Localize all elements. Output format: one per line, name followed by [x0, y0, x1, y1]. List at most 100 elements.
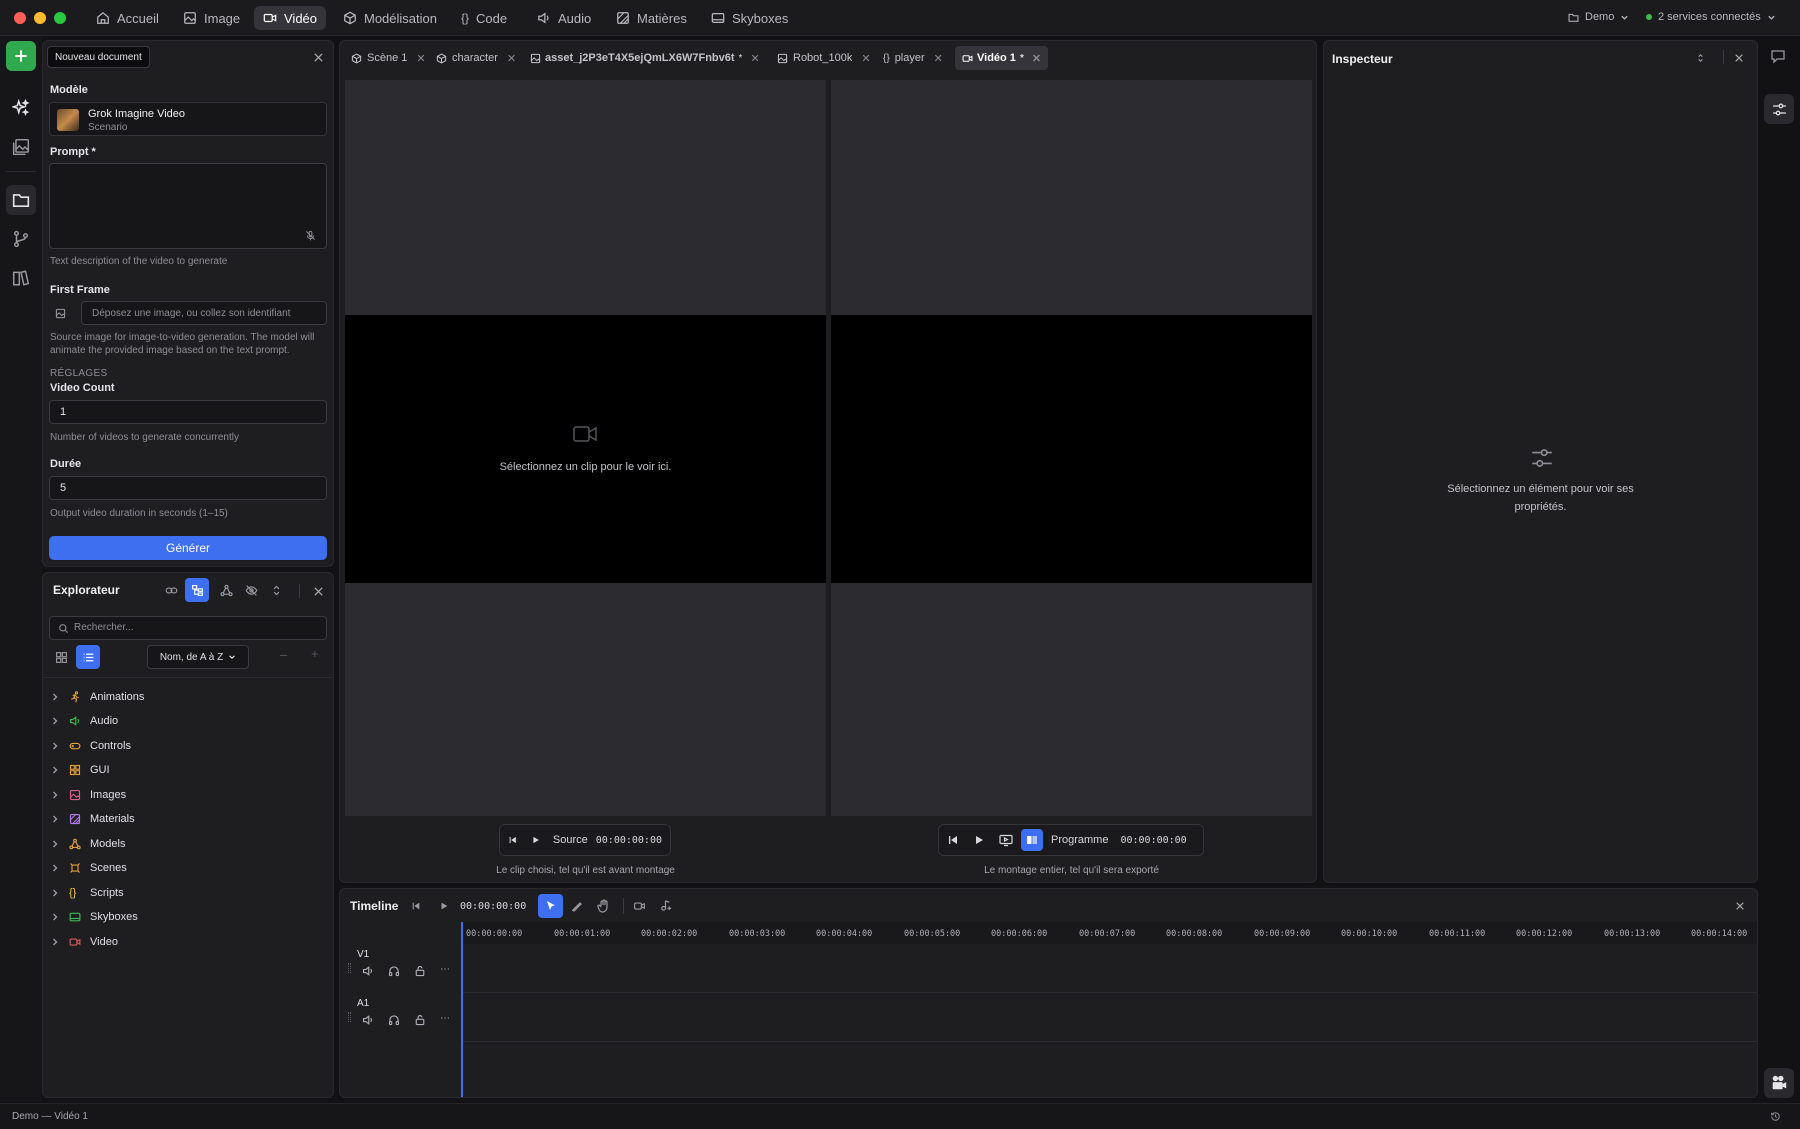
nav-tab-code[interactable]: {} Code [452, 6, 516, 30]
tree-item-models[interactable]: Models [50, 833, 125, 855]
drag-handle-icon[interactable] [348, 963, 351, 973]
prompt-textarea[interactable] [49, 163, 327, 249]
skip-back-icon[interactable] [411, 901, 421, 911]
generate-button[interactable]: Générer [49, 536, 327, 560]
link-toggle-button[interactable] [160, 579, 182, 601]
close-icon[interactable] [1735, 901, 1745, 911]
hand-icon[interactable] [597, 899, 611, 913]
inspector-toggle-button[interactable] [1764, 94, 1794, 124]
play-icon[interactable] [531, 834, 540, 846]
volume-icon[interactable] [362, 1014, 374, 1026]
close-tab-icon[interactable]: ✕ [750, 52, 759, 65]
camera-button[interactable] [1764, 1068, 1794, 1098]
services-status[interactable]: 2 services connectés [1646, 11, 1776, 23]
play-icon[interactable] [439, 901, 449, 911]
explorer-search[interactable]: Rechercher... [49, 616, 327, 640]
nav-tab-skyboxes[interactable]: Skyboxes [702, 6, 797, 30]
add-audio-track-icon[interactable] [659, 899, 672, 912]
rail-generate-button[interactable] [6, 93, 36, 123]
workspace-selector[interactable]: Demo [1568, 11, 1629, 23]
duration-input[interactable]: 5 [49, 476, 327, 500]
close-tab-icon[interactable]: ✕ [861, 52, 870, 65]
new-document-button[interactable] [6, 41, 36, 71]
tree-item-audio[interactable]: Audio [50, 710, 118, 732]
volume-icon[interactable] [362, 965, 374, 977]
history-icon[interactable] [1770, 1111, 1781, 1122]
tree-item-animations[interactable]: Animations [50, 686, 144, 708]
doc-tab-player[interactable]: {} player ✕ [876, 46, 950, 70]
close-tab-icon[interactable]: ✕ [416, 52, 425, 65]
doc-tab-robot[interactable]: Robot_100k ✕ [770, 46, 878, 70]
video-count-input[interactable]: 1 [49, 400, 327, 424]
close-window-button[interactable] [14, 12, 26, 24]
close-icon[interactable] [313, 586, 324, 597]
headphones-icon[interactable] [388, 965, 400, 977]
rail-git-button[interactable] [6, 224, 36, 254]
close-tab-icon[interactable]: ✕ [934, 52, 943, 65]
chevrons-vertical-icon[interactable] [1695, 52, 1706, 64]
playhead[interactable] [461, 922, 463, 1097]
add-video-track-icon[interactable] [633, 900, 646, 912]
model-selector[interactable]: Grok Imagine Video Scenario [49, 102, 327, 136]
headphones-icon[interactable] [388, 1014, 400, 1026]
tree-item-video[interactable]: Video [50, 931, 118, 953]
minimize-window-button[interactable] [34, 12, 46, 24]
skip-back-icon[interactable] [508, 834, 517, 846]
models-filter-button[interactable] [215, 579, 237, 601]
collapse-expand-button[interactable] [265, 579, 287, 601]
blade-icon[interactable] [571, 900, 583, 912]
tree-item-images[interactable]: Images [50, 784, 126, 806]
rail-gallery-button[interactable] [6, 132, 36, 162]
close-tab-icon[interactable]: ✕ [1032, 52, 1041, 65]
hierarchy-view-button[interactable] [185, 578, 209, 602]
chat-icon[interactable] [1770, 48, 1786, 64]
skybox-icon [711, 13, 725, 23]
screen-icon[interactable] [999, 833, 1013, 847]
first-frame-input[interactable]: Déposez une image, ou collez son identif… [81, 301, 327, 325]
more-icon[interactable]: ⋯ [440, 1014, 450, 1026]
doc-tab-video-1[interactable]: Vidéo 1 * ✕ [955, 46, 1049, 70]
grid-view-button[interactable] [50, 646, 72, 668]
close-icon[interactable] [1734, 53, 1744, 63]
more-icon[interactable]: ⋯ [440, 965, 450, 977]
zoom-in-button[interactable]: + [311, 646, 319, 661]
track-lane-v1[interactable] [462, 944, 1757, 993]
unlock-icon[interactable] [414, 1014, 426, 1026]
nav-tab-matieres[interactable]: Matières [607, 6, 696, 30]
tree-item-scenes[interactable]: Scenes [50, 857, 127, 879]
close-icon[interactable] [313, 52, 324, 63]
split-view-button[interactable] [1021, 829, 1043, 851]
tree-item-controls[interactable]: Controls [50, 735, 131, 757]
mic-off-icon[interactable] [305, 230, 316, 241]
chevron-down-icon [1768, 15, 1775, 20]
tree-item-gui[interactable]: GUI [50, 759, 110, 781]
tree-item-scripts[interactable]: {} Scripts [50, 882, 124, 904]
rail-docs-button[interactable] [6, 263, 36, 293]
nav-tab-modelisation[interactable]: Modélisation [334, 6, 446, 30]
drag-handle-icon[interactable] [348, 1012, 351, 1022]
nav-tab-accueil[interactable]: Accueil [87, 6, 168, 30]
track-lane-a1[interactable] [462, 993, 1757, 1042]
maximize-window-button[interactable] [54, 12, 66, 24]
hidden-toggle-button[interactable] [240, 579, 262, 601]
sort-select[interactable]: Nom, de A à Z [147, 645, 249, 669]
nav-tab-video[interactable]: Vidéo [254, 6, 327, 30]
select-tool-button[interactable] [538, 894, 563, 918]
list-view-button[interactable] [76, 645, 100, 669]
play-icon[interactable] [973, 834, 985, 846]
doc-tab-asset[interactable]: asset_j2P3eT4X5ejQmLX6W7Fnbv6t * ✕ [523, 46, 767, 70]
folder-icon [1568, 13, 1579, 22]
timeline-timecode: 00:00:00:00 [460, 901, 527, 912]
doc-tab-character[interactable]: character ✕ [429, 46, 523, 70]
tree-item-materials[interactable]: Materials [50, 808, 135, 830]
nav-tab-audio[interactable]: Audio [528, 6, 600, 30]
unlock-icon[interactable] [414, 965, 426, 977]
skip-back-icon[interactable] [947, 834, 959, 846]
rail-explorer-button[interactable] [6, 185, 36, 215]
nav-tab-image[interactable]: Image [174, 6, 249, 30]
doc-tab-scene-1[interactable]: Scène 1 ✕ [344, 46, 433, 70]
close-tab-icon[interactable]: ✕ [507, 52, 516, 65]
first-frame-image-button[interactable] [49, 301, 71, 325]
tree-item-skyboxes[interactable]: Skyboxes [50, 906, 138, 928]
zoom-out-button[interactable]: – [280, 647, 287, 662]
